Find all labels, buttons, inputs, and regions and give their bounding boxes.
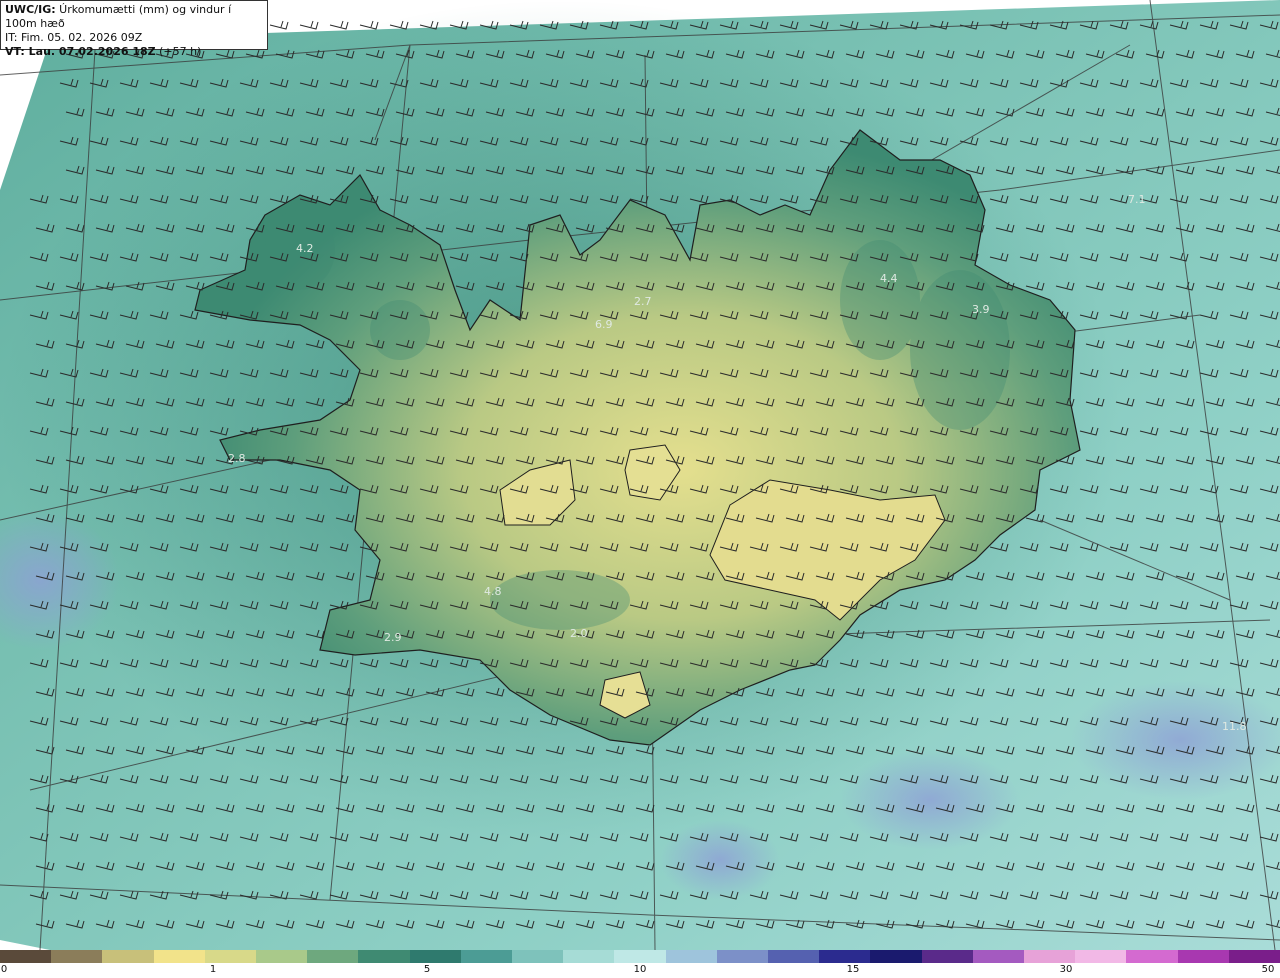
value-label: 7.1 <box>1128 193 1146 206</box>
colorbar-segment <box>1075 950 1128 963</box>
colorbar-segment <box>460 950 513 963</box>
colorbar-segment <box>512 950 565 963</box>
colorbar-segment <box>972 950 1025 963</box>
header-valid-time: VT: Lau. 07.02.2026 18Z <box>5 45 156 58</box>
precipitation-map[interactable]: 4.2 2.7 6.9 4.4 3.9 7.1 2.8 4.8 2.9 2.0 … <box>0 0 1280 950</box>
value-label: 2.8 <box>228 452 246 465</box>
map-header: UWC/IG: Úrkomumætti (mm) og vindur í 100… <box>0 0 268 58</box>
colorbar-segment <box>563 950 616 963</box>
colorbar-segment <box>768 950 821 963</box>
header-lead: (+57 h) <box>155 45 202 58</box>
colorbar-segment <box>870 950 923 963</box>
value-label: 2.9 <box>384 631 402 644</box>
heavy-precip-patch <box>840 750 1020 850</box>
header-model: UWC/IG: <box>5 3 56 16</box>
header-issue-time: IT: Fim. 05. 02. 2026 09Z <box>5 31 143 44</box>
colorbar-segment <box>716 950 769 963</box>
colorbar-tick: 10 <box>633 964 647 975</box>
colorbar-segment <box>1228 950 1280 963</box>
colorbar-segment <box>614 950 667 963</box>
colorbar-segment <box>921 950 974 963</box>
value-label: 11.8 <box>1222 720 1247 733</box>
colorbar: 0 1 5 10 15 30 50 <box>0 950 1280 978</box>
value-label: 6.9 <box>595 318 613 331</box>
colorbar-segment <box>819 950 872 963</box>
colorbar-segment <box>409 950 462 963</box>
colorbar-segment <box>358 950 411 963</box>
colorbar-segment <box>665 950 718 963</box>
value-label: 2.0 <box>570 627 588 640</box>
colorbar-tick: 5 <box>423 964 431 975</box>
colorbar-segment <box>256 950 309 963</box>
colorbar-tick: 50 <box>1261 964 1275 975</box>
value-label: 4.2 <box>296 242 314 255</box>
value-label: 4.8 <box>484 585 502 598</box>
colorbar-segment <box>153 950 206 963</box>
value-label: 2.7 <box>634 295 652 308</box>
value-label: 3.9 <box>972 303 990 316</box>
value-label: 4.4 <box>880 272 898 285</box>
colorbar-segment <box>0 950 53 963</box>
colorbar-tick: 1 <box>209 964 217 975</box>
colorbar-segment <box>102 950 155 963</box>
colorbar-segment <box>204 950 257 963</box>
colorbar-ramp <box>0 950 1280 963</box>
colorbar-segment <box>307 950 360 963</box>
colorbar-tick: 15 <box>846 964 860 975</box>
colorbar-segment <box>1126 950 1179 963</box>
colorbar-segment <box>1024 950 1077 963</box>
colorbar-segment <box>51 950 104 963</box>
colorbar-tick: 30 <box>1059 964 1073 975</box>
colorbar-segment <box>1177 950 1230 963</box>
heavy-precip-patch <box>660 820 780 900</box>
colorbar-tick: 0 <box>0 964 8 975</box>
